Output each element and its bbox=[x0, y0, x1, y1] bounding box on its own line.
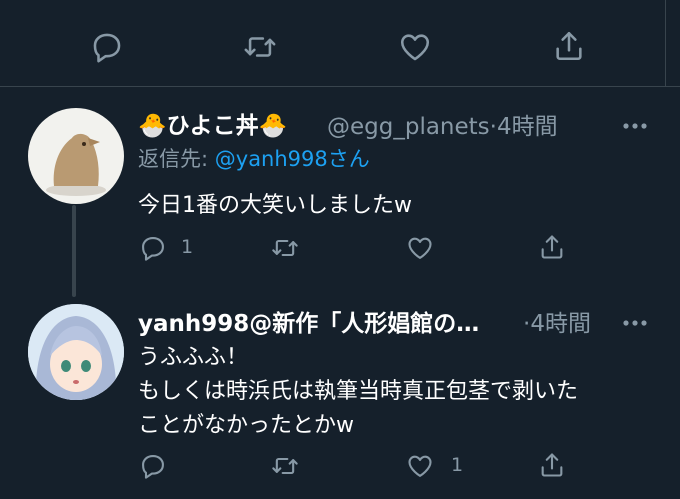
avatar[interactable] bbox=[28, 304, 124, 400]
tweet-meta: ·4時間 bbox=[523, 304, 591, 338]
more-icon[interactable] bbox=[622, 115, 648, 134]
tweet-meta: @egg_planets·4時間 bbox=[327, 107, 558, 141]
chick-emoji-icon: 🐣 bbox=[138, 113, 167, 139]
display-name[interactable]: 🐣ひよこ丼🐣 bbox=[138, 106, 287, 140]
reply-to: 返信先: @yanh998さん bbox=[138, 147, 370, 171]
timestamp[interactable]: 4時間 bbox=[497, 114, 558, 140]
reply-count: 1 bbox=[181, 236, 194, 258]
display-name[interactable]: yanh998@新作「人形娼館の… bbox=[138, 304, 479, 338]
tweet-text-line: ことがなかったとかw bbox=[138, 413, 354, 438]
chick-emoji-icon: 🐣 bbox=[258, 113, 288, 139]
reply-icon[interactable] bbox=[90, 30, 124, 64]
tweet-text-line: うふふふ！ bbox=[138, 345, 249, 370]
retweet-icon[interactable] bbox=[270, 234, 300, 262]
thread-line bbox=[72, 205, 76, 297]
timestamp[interactable]: 4時間 bbox=[530, 311, 591, 337]
like-count: 1 bbox=[451, 454, 464, 476]
more-icon[interactable] bbox=[622, 312, 648, 331]
right-border bbox=[665, 0, 666, 86]
avatar[interactable] bbox=[28, 108, 124, 204]
tweet-text-line: もしくは時浜氏は執筆当時真正包茎で剥いた bbox=[138, 379, 579, 404]
divider bbox=[0, 86, 680, 87]
heart-icon[interactable] bbox=[397, 30, 433, 64]
reply-icon[interactable] bbox=[139, 234, 167, 262]
share-icon[interactable] bbox=[538, 232, 566, 262]
heart-icon[interactable] bbox=[405, 234, 435, 262]
separator: · bbox=[489, 114, 497, 140]
handle[interactable]: @egg_planets bbox=[327, 114, 490, 140]
share-icon[interactable] bbox=[552, 28, 586, 64]
tweet-text: 今日1番の大笑いしましたw bbox=[138, 193, 412, 218]
reply-to-link[interactable]: @yanh998さん bbox=[215, 147, 370, 171]
heart-icon[interactable] bbox=[405, 452, 435, 480]
reply-icon[interactable] bbox=[139, 452, 167, 480]
retweet-icon[interactable] bbox=[270, 452, 300, 480]
share-icon[interactable] bbox=[538, 450, 566, 480]
retweet-icon[interactable] bbox=[242, 30, 278, 64]
